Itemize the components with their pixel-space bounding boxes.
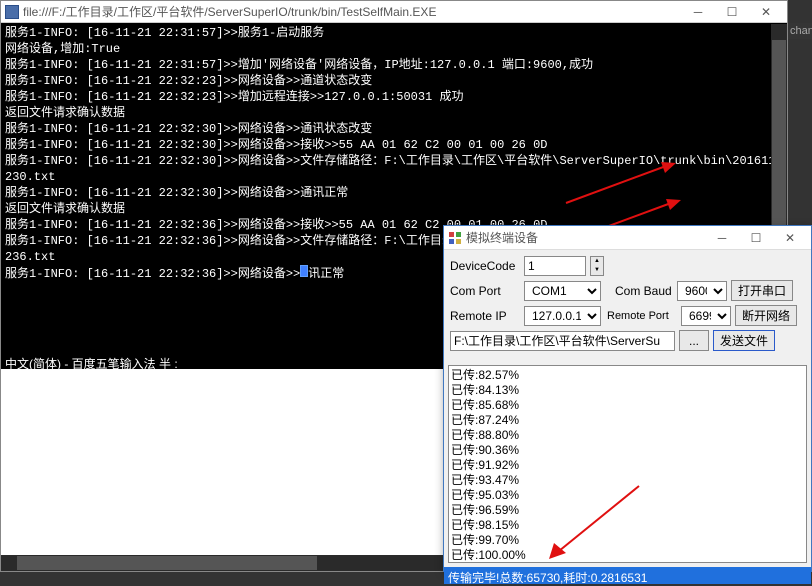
simulator-app-icon [448, 231, 462, 245]
console-line: 服务1-INFO: [16-11-21 22:32:23]>>增加远程连接>>1… [5, 89, 783, 105]
open-serial-button[interactable]: 打开串口 [731, 280, 793, 301]
remote-ip-label: Remote IP [450, 309, 520, 323]
progress-line: 已传:90.36% [451, 443, 804, 458]
progress-line: 已传:91.92% [451, 458, 804, 473]
progress-line: 已传:87.24% [451, 413, 804, 428]
close-button[interactable]: ✕ [773, 228, 807, 248]
status-bar: 传输完毕!总数:65730,耗时:0.2816531 [444, 567, 811, 584]
scrollbar-thumb[interactable] [17, 556, 317, 570]
progress-line: 已传:82.57% [451, 368, 804, 383]
progress-line: 已传:88.80% [451, 428, 804, 443]
com-baud-label: Com Baud [615, 284, 673, 298]
send-file-button[interactable]: 发送文件 [713, 330, 775, 351]
browse-button[interactable]: ... [679, 330, 709, 351]
simulator-title: 模拟终端设备 [466, 229, 705, 246]
com-port-label: Com Port [450, 284, 520, 298]
remote-port-select[interactable]: 6699 [681, 306, 731, 326]
simulator-titlebar[interactable]: 模拟终端设备 ─ ☐ ✕ [444, 226, 811, 250]
console-line: 服务1-INFO: [16-11-21 22:32:30]>>网络设备>>通讯状… [5, 121, 783, 137]
minimize-button[interactable]: ─ [681, 2, 715, 22]
remote-ip-select[interactable]: 127.0.0.1 [524, 306, 601, 326]
console-line: 网络设备,增加:True [5, 41, 783, 57]
device-code-label: DeviceCode [450, 259, 520, 273]
console-line: 服务1-INFO: [16-11-21 22:31:57]>>服务1-启动服务 [5, 25, 783, 41]
device-code-stepper[interactable]: ▲▼ [590, 256, 604, 276]
annotation-arrow-icon [544, 481, 644, 561]
simulator-window: 模拟终端设备 ─ ☐ ✕ DeviceCode ▲▼ Com Port COM1… [443, 225, 812, 572]
remote-port-label: Remote Port [607, 310, 677, 322]
channels-panel-tab[interactable]: chann [788, 23, 812, 39]
console-line: 服务1-INFO: [16-11-21 22:32:23]>>网络设备>>通道状… [5, 73, 783, 89]
simulator-form: DeviceCode ▲▼ Com Port COM1 Com Baud 960… [444, 250, 811, 361]
com-port-select[interactable]: COM1 [524, 281, 601, 301]
maximize-button[interactable]: ☐ [715, 2, 749, 22]
close-button[interactable]: ✕ [749, 2, 783, 22]
progress-line: 已传:85.68% [451, 398, 804, 413]
console-app-icon [5, 5, 19, 19]
minimize-button[interactable]: ─ [705, 228, 739, 248]
file-path-input[interactable] [450, 331, 675, 351]
disconnect-net-button[interactable]: 断开网络 [735, 305, 797, 326]
console-titlebar[interactable]: file:///F:/工作目录/工作区/平台软件/ServerSuperIO/t… [1, 1, 787, 23]
console-line: 服务1-INFO: [16-11-21 22:32:30]>>网络设备>>接收>… [5, 137, 783, 153]
com-baud-select[interactable]: 9600 [677, 281, 727, 301]
console-line: 服务1-INFO: [16-11-21 22:31:57]>>增加'网络设备'网… [5, 57, 783, 73]
console-title: file:///F:/工作目录/工作区/平台软件/ServerSuperIO/t… [23, 3, 681, 20]
maximize-button[interactable]: ☐ [739, 228, 773, 248]
progress-line: 已传:84.13% [451, 383, 804, 398]
scrollbar-thumb[interactable] [772, 40, 786, 240]
progress-list[interactable]: 已传:82.57% 已传:84.13% 已传:85.68% 已传:87.24% … [448, 365, 807, 563]
device-code-input[interactable] [524, 256, 586, 276]
console-line: 返回文件请求确认数据 [5, 105, 783, 121]
